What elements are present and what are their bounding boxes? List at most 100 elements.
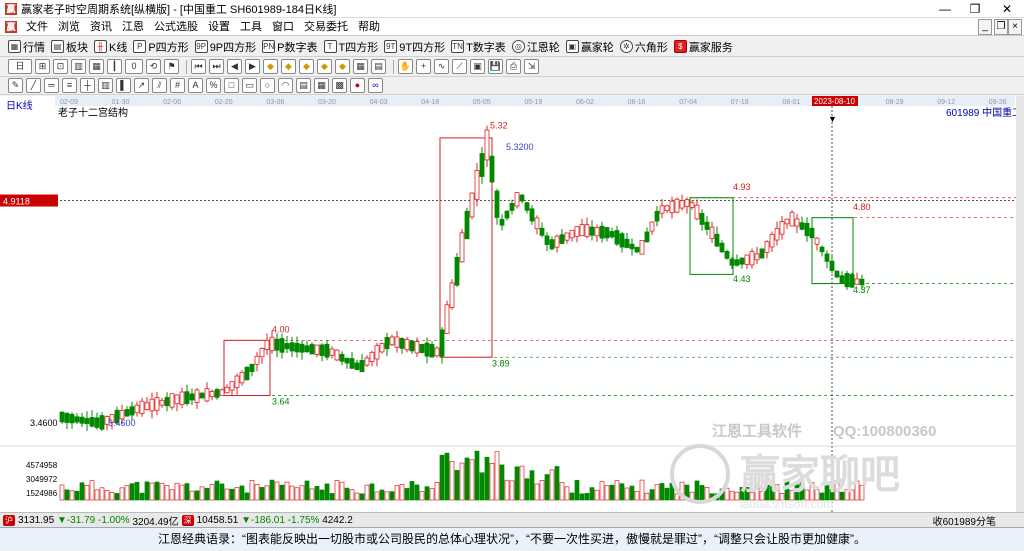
menu-info[interactable]: 资讯 bbox=[85, 18, 117, 36]
trend-icon[interactable]: ⟋ bbox=[452, 59, 467, 74]
draw-pen-icon[interactable]: ✎ bbox=[8, 78, 23, 93]
candle-body bbox=[699, 212, 705, 225]
menu-trade[interactable]: 交易委托 bbox=[299, 18, 353, 36]
restore-icon[interactable]: ⟲ bbox=[146, 59, 161, 74]
diamond2-icon[interactable]: ◆ bbox=[281, 59, 296, 74]
diamond4-icon[interactable]: ◆ bbox=[317, 59, 332, 74]
hand-icon[interactable]: ✋ bbox=[398, 59, 413, 74]
draw-grid-icon[interactable]: # bbox=[170, 78, 185, 93]
candle-body bbox=[124, 409, 130, 417]
candle-body bbox=[529, 208, 535, 222]
tb-service-button[interactable]: $ 赢家服务 bbox=[673, 39, 733, 55]
volume-bar bbox=[554, 466, 560, 501]
candle-body bbox=[634, 246, 640, 253]
tb-hexagon-button[interactable]: ✲ 六角形 bbox=[619, 39, 668, 55]
volume-bar bbox=[639, 479, 645, 501]
tb-gann-wheel-button[interactable]: ◎ 江恩轮 bbox=[511, 39, 560, 55]
minimize-button[interactable]: — bbox=[930, 0, 960, 18]
period-select[interactable]: 日 bbox=[8, 59, 32, 74]
draw-map-icon[interactable]: ▩ bbox=[332, 78, 347, 93]
indicator-icon[interactable]: ▥ bbox=[71, 59, 86, 74]
draw-line-icon[interactable]: ╱ bbox=[26, 78, 41, 93]
draw-percent-icon[interactable]: % bbox=[206, 78, 221, 93]
candle-body bbox=[434, 347, 440, 357]
tb-9p-square-button[interactable]: 9P 9P四方形 bbox=[194, 39, 256, 55]
draw-table-icon[interactable]: ▤ bbox=[296, 78, 311, 93]
count-select[interactable]: 0 bbox=[125, 59, 143, 74]
fit-icon[interactable]: ⊡ bbox=[53, 59, 68, 74]
draw-infinity-icon[interactable]: ∞ bbox=[368, 78, 383, 93]
chart-scrollbar[interactable] bbox=[1016, 96, 1024, 512]
zoom-in-icon[interactable]: ⊞ bbox=[35, 59, 50, 74]
tb-p-table-button[interactable]: PN P数字表 bbox=[262, 39, 318, 55]
date-tick-label: 09-26 bbox=[989, 99, 1007, 106]
draw-arc-icon[interactable]: ◠ bbox=[278, 78, 293, 93]
maximize-button[interactable]: ❐ bbox=[960, 0, 990, 18]
menu-browse[interactable]: 浏览 bbox=[53, 18, 85, 36]
candle-body bbox=[159, 399, 165, 406]
calc-icon[interactable]: ▣ bbox=[470, 59, 485, 74]
draw-ball-icon[interactable]: ● bbox=[350, 78, 365, 93]
diamond1-icon[interactable]: ◆ bbox=[263, 59, 278, 74]
candle-body bbox=[464, 210, 470, 240]
tb-p-square-button[interactable]: P P四方形 bbox=[133, 39, 189, 55]
draw-channel-icon[interactable]: ⫽ bbox=[152, 78, 167, 93]
draw-grid2-icon[interactable]: ▦ bbox=[314, 78, 329, 93]
menu-settings[interactable]: 设置 bbox=[203, 18, 235, 36]
diamond3-icon[interactable]: ◆ bbox=[299, 59, 314, 74]
volume-bar bbox=[414, 484, 420, 501]
price-annotation: 3.4600 bbox=[108, 418, 136, 428]
grid2-icon[interactable]: ▤ bbox=[371, 59, 386, 74]
candle-icon[interactable]: ┃ bbox=[107, 59, 122, 74]
tb-winner-wheel-button[interactable]: ▣ 赢家轮 bbox=[565, 39, 614, 55]
draw-ruler-icon[interactable]: ┼ bbox=[80, 78, 95, 93]
tb-t-square-button[interactable]: T T四方形 bbox=[323, 39, 378, 55]
first-icon[interactable]: ⏮ bbox=[191, 59, 206, 74]
wave-icon[interactable]: ∿ bbox=[434, 59, 449, 74]
flag-icon[interactable]: ⚑ bbox=[164, 59, 179, 74]
cross-icon[interactable]: + bbox=[416, 59, 431, 74]
tb-blocks-button[interactable]: ▤ 板块 bbox=[51, 39, 88, 55]
menu-gann[interactable]: 江恩 bbox=[117, 18, 149, 36]
tb-quotes-button[interactable]: ▦ 行情 bbox=[8, 39, 45, 55]
tb-9t-square-button[interactable]: 9T 9T四方形 bbox=[384, 39, 445, 55]
draw-arrow-icon[interactable]: ↗ bbox=[134, 78, 149, 93]
candle-body bbox=[539, 227, 545, 236]
draw-bars-icon[interactable]: ▌ bbox=[116, 78, 131, 93]
draw-chart-icon[interactable]: ▥ bbox=[98, 78, 113, 93]
kline-chart-svg[interactable]: 02-09 01-30 02-06 02-20 03-06 03-20 04-03 04-18… bbox=[0, 96, 1022, 512]
mdi-close-button[interactable]: × bbox=[1008, 19, 1022, 35]
last-icon[interactable]: ⏭ bbox=[209, 59, 224, 74]
menu-tools[interactable]: 工具 bbox=[235, 18, 267, 36]
draw-circle-icon[interactable]: ○ bbox=[260, 78, 275, 93]
diamond5-icon[interactable]: ◆ bbox=[335, 59, 350, 74]
tb-t-table-button[interactable]: TN T数字表 bbox=[451, 39, 506, 55]
export-icon[interactable]: ⇲ bbox=[524, 59, 539, 74]
tb-kline-button[interactable]: ╫ K线 bbox=[94, 39, 127, 55]
kline-chart[interactable]: 02-09 01-30 02-06 02-20 03-06 03-20 04-03 04-18… bbox=[0, 96, 1024, 512]
save-icon[interactable]: 💾 bbox=[488, 59, 503, 74]
draw-fib-icon[interactable]: ≡ bbox=[62, 78, 77, 93]
date-tick-label: 06-02 bbox=[576, 99, 594, 106]
volume-bar bbox=[169, 489, 175, 501]
volume-bar bbox=[479, 472, 485, 501]
grid-icon: ▦ bbox=[8, 40, 21, 53]
draw-text-icon[interactable]: A bbox=[188, 78, 203, 93]
menu-help[interactable]: 帮助 bbox=[353, 18, 385, 36]
mdi-minimize-button[interactable]: _ bbox=[978, 19, 992, 35]
draw-box2-icon[interactable]: ▭ bbox=[242, 78, 257, 93]
left-icon[interactable]: ◀ bbox=[227, 59, 242, 74]
menu-formula[interactable]: 公式选股 bbox=[149, 18, 203, 36]
table-icon[interactable]: ▦ bbox=[353, 59, 368, 74]
right-icon[interactable]: ▶ bbox=[245, 59, 260, 74]
indicator2-icon[interactable]: ▦ bbox=[89, 59, 104, 74]
menu-file[interactable]: 文件 bbox=[21, 18, 53, 36]
mdi-restore-button[interactable]: ❐ bbox=[994, 19, 1008, 35]
candle-body bbox=[414, 341, 420, 354]
draw-box-icon[interactable]: □ bbox=[224, 78, 239, 93]
close-button[interactable]: ✕ bbox=[992, 0, 1022, 18]
draw-hline-icon[interactable]: ═ bbox=[44, 78, 59, 93]
print-icon[interactable]: ⎙ bbox=[506, 59, 521, 74]
menu-window[interactable]: 窗口 bbox=[267, 18, 299, 36]
status-tick-data[interactable]: 收601989分笔 bbox=[933, 513, 1024, 528]
